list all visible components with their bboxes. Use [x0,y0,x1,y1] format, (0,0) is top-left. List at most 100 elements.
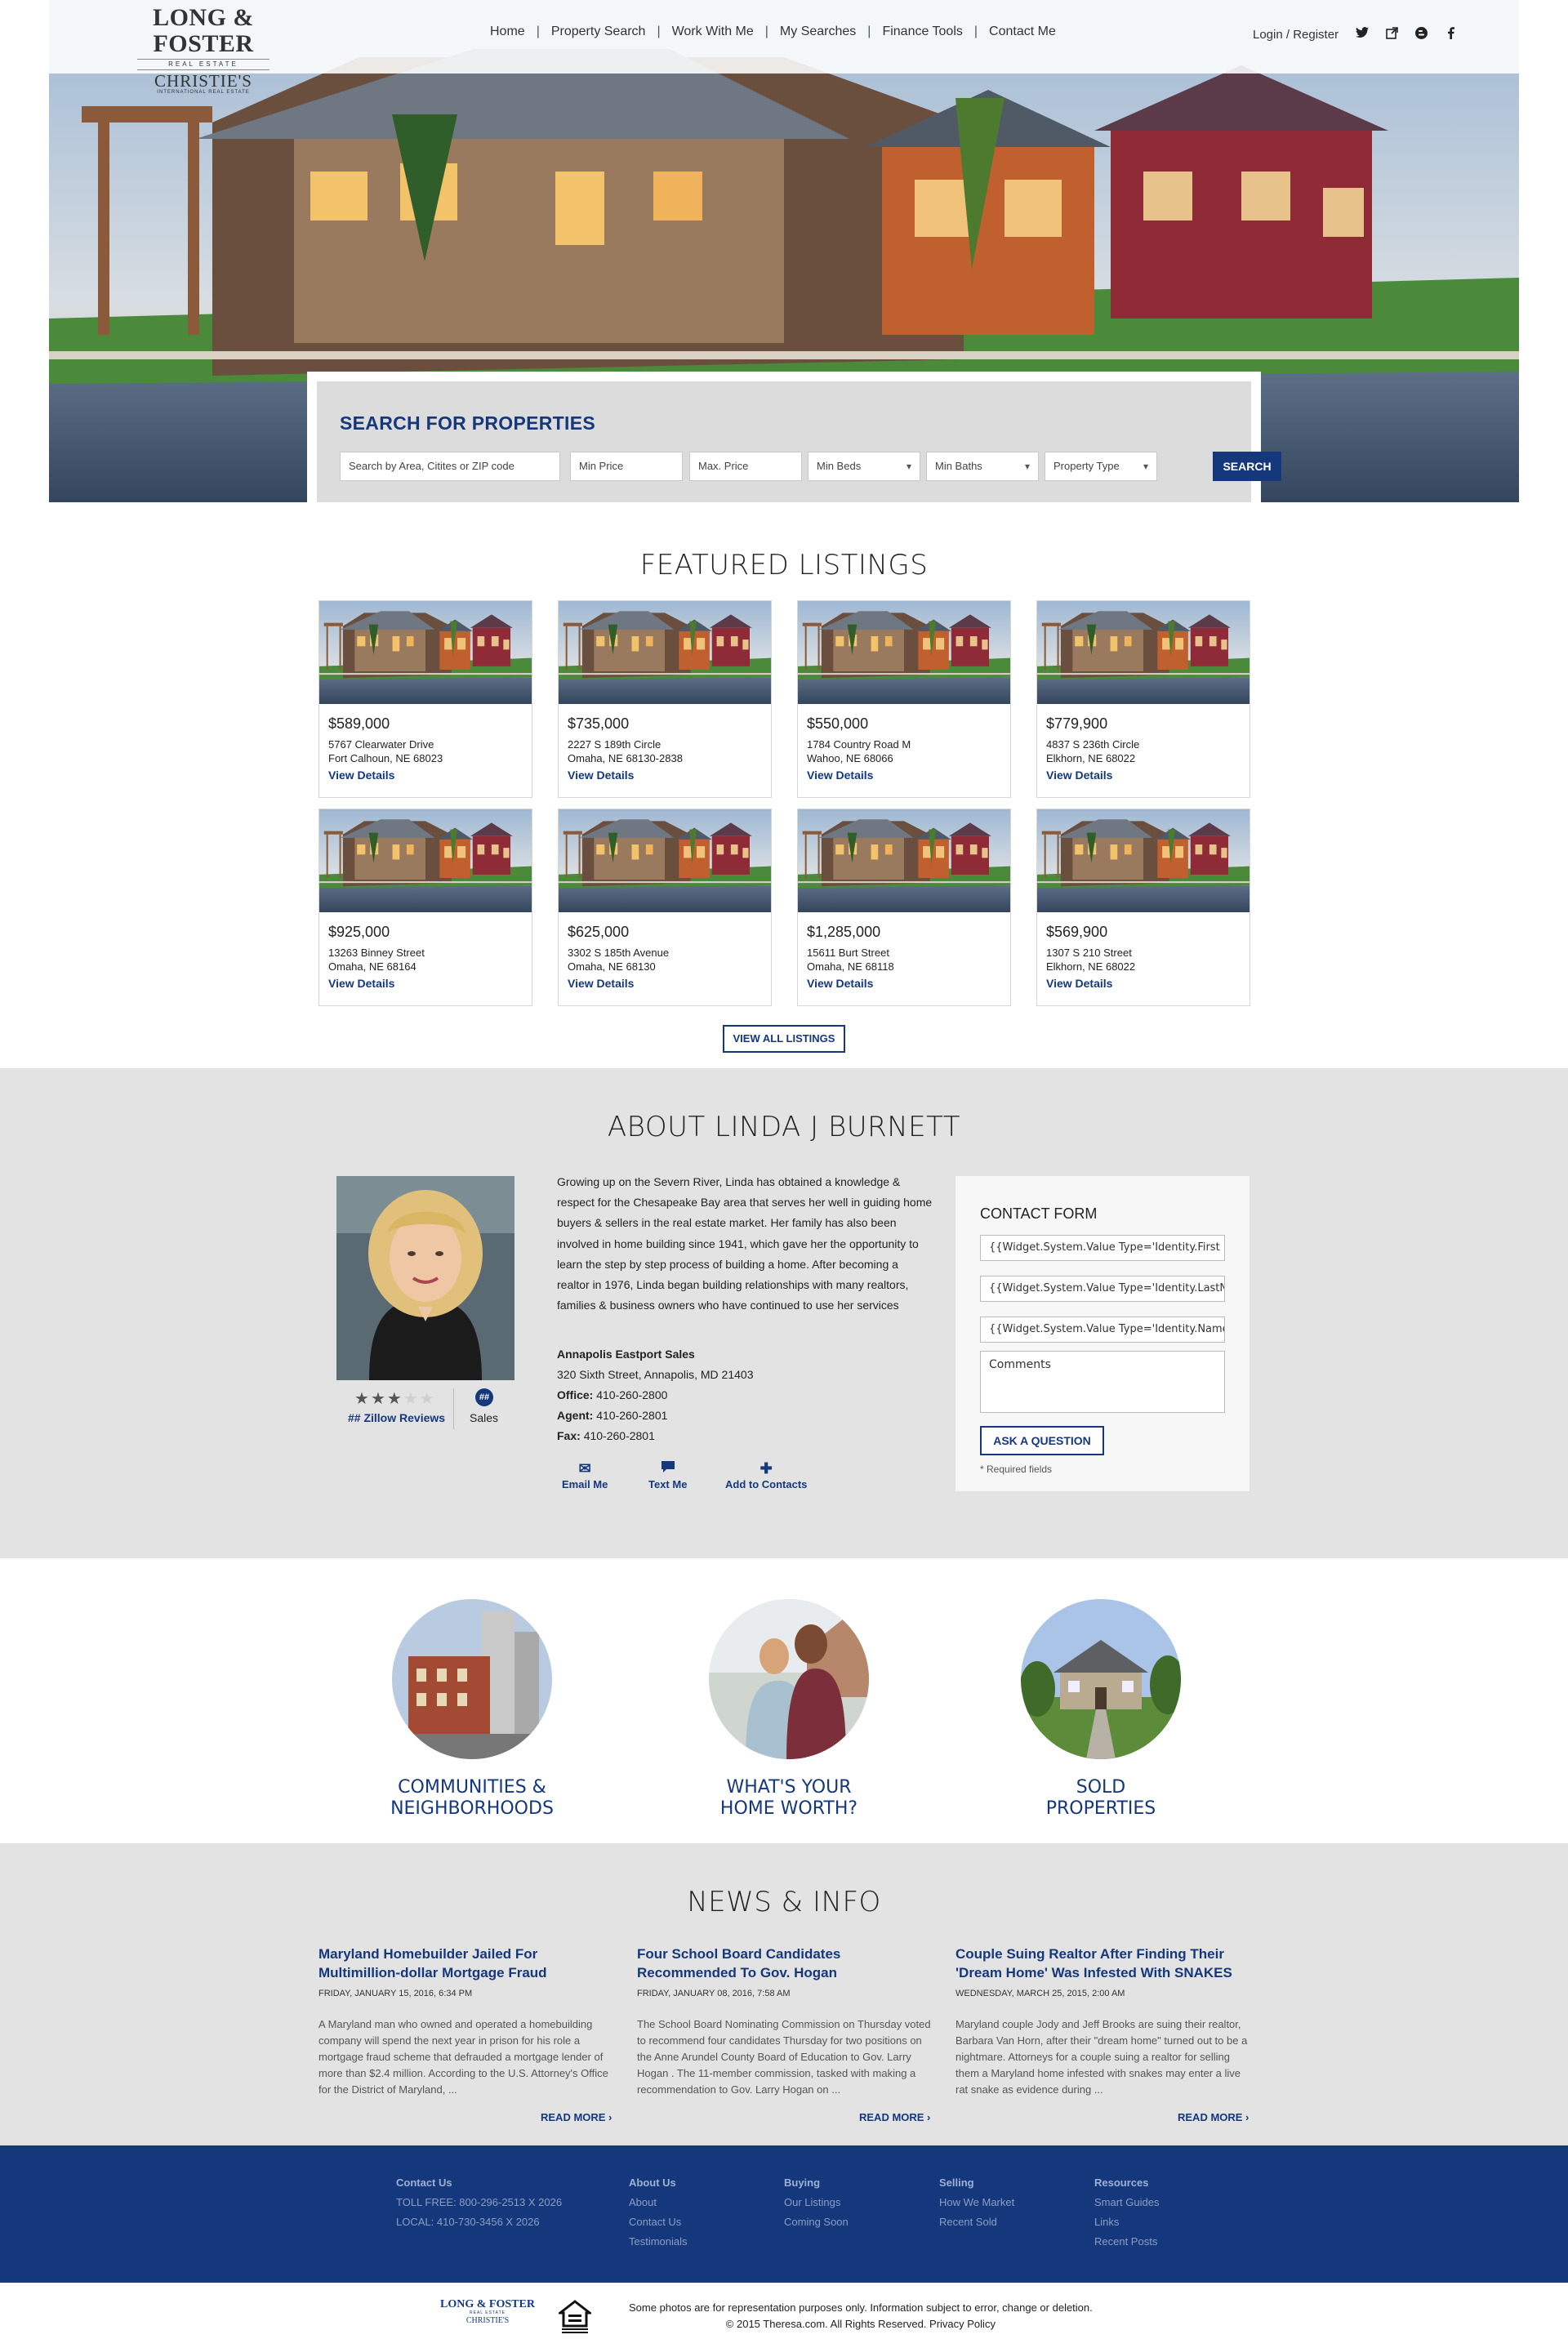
listing-address: 5767 Clearwater Drive Fort Calhoun, NE 68… [328,737,443,765]
communities-image[interactable] [392,1599,552,1759]
footer-link-smart-guides[interactable]: Smart Guides [1094,2193,1159,2212]
footer-link-about[interactable]: About [629,2193,688,2212]
footer-toll-free[interactable]: TOLL FREE: 800-296-2513 X 2026 [396,2193,562,2212]
copyright[interactable]: © 2015 Theresa.com. All Rights Reserved.… [629,2316,1093,2332]
office-phone[interactable]: 410-260-2800 [596,1388,667,1401]
footer-contact: Contact Us TOLL FREE: 800-296-2513 X 202… [396,2173,562,2232]
first-name-field[interactable]: {{Widget.System.Value Type='Identity.Fir… [980,1235,1225,1261]
agent-phone[interactable]: 410-260-2801 [596,1409,667,1422]
fax-line: Fax: 410-260-2801 [557,1429,655,1442]
listing-street: 5767 Clearwater Drive [328,738,434,751]
listing-card[interactable]: $735,000 2227 S 189th Circle Omaha, NE 681… [558,600,772,798]
sold-properties-image[interactable] [1021,1599,1181,1759]
footer-resources-heading: Resources [1094,2176,1149,2189]
communities-link[interactable]: COMMUNITIES & NEIGHBORHOODS [350,1777,595,1820]
footer-link-coming-soon[interactable]: Coming Soon [784,2212,849,2232]
login-register-link[interactable]: Login / Register [1253,28,1339,42]
min-beds-select[interactable]: Min Beds [808,452,920,481]
home-worth-link[interactable]: WHAT'S YOUR HOME WORTH? [666,1777,911,1820]
view-all-listings-button[interactable]: VIEW ALL LISTINGS [723,1025,845,1053]
envelope-icon: ✉ [578,1460,591,1477]
footer-link-contact[interactable]: Contact Us [629,2212,688,2232]
listing-photo[interactable] [319,809,532,912]
view-details-link[interactable]: View Details [807,977,873,990]
listing-city: Elkhorn, NE 68022 [1046,960,1136,973]
nav-property-search[interactable]: Property Search [551,25,646,39]
listing-price: $735,000 [568,715,630,732]
star-icon: ★ [354,1390,371,1408]
read-more-link[interactable]: READ MORE › [859,2111,930,2123]
nav-contact-me[interactable]: Contact Me [989,25,1056,39]
article-headline[interactable]: Couple Suing Realtor After Finding Their… [956,1945,1251,1982]
last-name-field[interactable]: {{Widget.System.Value Type='Identity.Las… [980,1276,1225,1302]
listing-card[interactable]: $589,000 5767 Clearwater Drive Fort Calhou… [318,600,532,798]
listing-photo[interactable] [1037,601,1250,704]
listing-card[interactable]: $569,900 1307 S 210 Street Elkhorn, NE 680… [1036,809,1250,1006]
search-button[interactable]: SEARCH [1213,452,1281,481]
facebook-icon[interactable] [1444,26,1457,39]
star-icon: ★ [386,1390,403,1408]
view-details-link[interactable]: View Details [568,977,634,990]
footer-link-recent-posts[interactable]: Recent Posts [1094,2232,1159,2252]
listing-price: $925,000 [328,924,390,940]
listing-photo[interactable] [798,601,1010,704]
blogger-icon[interactable] [1414,26,1428,39]
listing-card[interactable]: $550,000 1784 Country Road M Wahoo, NE 680… [797,600,1011,798]
comments-textarea[interactable]: Comments [980,1351,1225,1413]
view-details-link[interactable]: View Details [568,769,634,782]
listing-card[interactable]: $925,000 13263 Binney Street Omaha, NE 681… [318,809,532,1006]
twitter-icon[interactable] [1356,26,1369,39]
listing-photo[interactable] [1037,809,1250,912]
site-logo[interactable]: LONG & FOSTER REAL ESTATE CHRISTIE'S INT… [109,5,297,95]
listing-price: $625,000 [568,924,630,940]
listing-card[interactable]: $779,900 4837 S 236th Circle Elkhorn, NE 6… [1036,600,1250,798]
property-type-select[interactable]: Property Type [1045,452,1157,481]
view-details-link[interactable]: View Details [328,769,394,782]
listing-card[interactable]: $625,000 3302 S 185th Avenue Omaha, NE 681… [558,809,772,1006]
read-more-link[interactable]: READ MORE › [1178,2111,1249,2123]
max-price-input[interactable]: Max. Price [689,452,802,481]
sold-properties-link[interactable]: SOLD PROPERTIES [978,1777,1223,1820]
read-more-link[interactable]: READ MORE › [541,2111,612,2123]
nav-my-searches[interactable]: My Searches [780,25,856,39]
listing-street: 3302 S 185th Avenue [568,947,670,959]
min-baths-select[interactable]: Min Baths [926,452,1039,481]
email-me-button[interactable]: ✉ Email Me [562,1460,608,1490]
text-me-button[interactable]: Text Me [648,1460,687,1490]
listing-photo[interactable] [319,601,532,704]
area-search-input[interactable]: Search by Area, Citites or ZIP code [340,452,560,481]
footer-link-our-listings[interactable]: Our Listings [784,2193,849,2212]
footer-link-links[interactable]: Links [1094,2212,1159,2232]
article-headline[interactable]: Maryland Homebuilder Jailed For Multimil… [318,1945,614,1982]
listing-photo[interactable] [798,809,1010,912]
nav-work-with-me[interactable]: Work With Me [672,25,754,39]
view-details-link[interactable]: View Details [1046,769,1112,782]
footer-logo[interactable]: LONG & FOSTER REAL ESTATE CHRISTIE'S [438,2298,537,2325]
footer-about: About Us About Contact Us Testimonials [629,2173,688,2252]
footer-link-how-we-market[interactable]: How We Market [939,2193,1014,2212]
zillow-reviews-link[interactable]: ## Zillow Reviews [348,1411,445,1424]
footer-local[interactable]: LOCAL: 410-730-3456 X 2026 [396,2212,562,2232]
view-details-link[interactable]: View Details [1046,977,1112,990]
add-to-contacts-button[interactable]: ✚ Add to Contacts [725,1460,807,1490]
footer-link-recent-sold[interactable]: Recent Sold [939,2212,1014,2232]
nav-finance-tools[interactable]: Finance Tools [882,25,962,39]
view-details-link[interactable]: View Details [807,769,873,782]
home-worth-image[interactable] [709,1599,869,1759]
nav-home[interactable]: Home [490,25,525,39]
footer-logo-tagline: REAL ESTATE [470,2310,506,2315]
footer-link-testimonials[interactable]: Testimonials [629,2232,688,2252]
listing-photo[interactable] [559,601,771,704]
share-icon[interactable] [1385,26,1398,39]
listing-card[interactable]: $1,285,000 15611 Burt Street Omaha, NE 681… [797,809,1011,1006]
ask-question-button[interactable]: ASK A QUESTION [980,1426,1104,1455]
news-title: NEWS & INFO [687,1886,881,1918]
view-details-link[interactable]: View Details [328,977,394,990]
listing-photo[interactable] [559,809,771,912]
contact-form-title: CONTACT FORM [980,1205,1098,1222]
hero-banner: LONG & FOSTER REAL ESTATE CHRISTIE'S INT… [49,0,1519,502]
article-headline[interactable]: Four School Board Candidates Recommended… [637,1945,933,1982]
min-price-input[interactable]: Min Price [570,452,683,481]
name-field[interactable]: {{Widget.System.Value Type='Identity.Nam… [980,1317,1225,1343]
star-icon: ★ [403,1390,420,1408]
